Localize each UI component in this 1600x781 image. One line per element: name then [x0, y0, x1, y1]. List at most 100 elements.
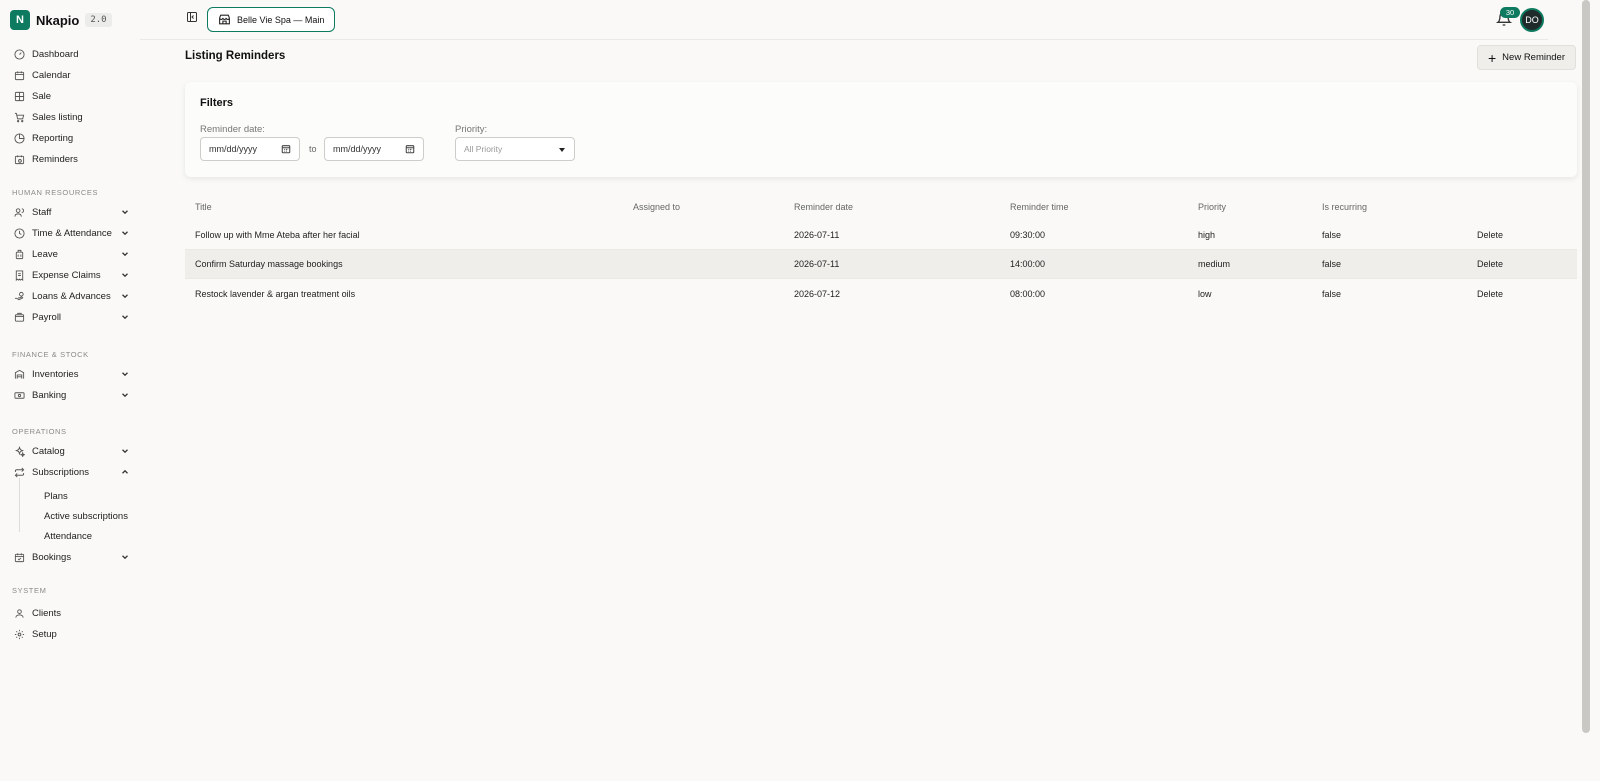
sidebar-item-reminders[interactable]: Reminders [14, 150, 130, 168]
cell-is-recurring: false [1322, 259, 1342, 269]
sidebar-item-sales-listing[interactable]: Sales listing [14, 108, 130, 126]
warehouse-icon [14, 369, 25, 380]
grid-icon [14, 91, 25, 102]
date-range-to-label: to [309, 144, 317, 154]
column-header-reminder-date: Reminder date [794, 202, 854, 212]
sidebar-item-staff[interactable]: Staff [14, 203, 130, 221]
sidebar-item-payroll[interactable]: Payroll [14, 308, 130, 326]
sidebar-item-inventories[interactable]: Inventories [14, 365, 130, 383]
sidebar-subitem-attendance[interactable]: Attendance [44, 528, 92, 544]
banknote-icon [14, 390, 25, 401]
cell-reminder-date: 2026-07-12 [794, 288, 841, 299]
sidebar-item-reporting[interactable]: Reporting [14, 129, 130, 147]
reminder-date-label: Reminder date: [200, 124, 265, 135]
sidebar-item-label: Catalog [32, 445, 65, 457]
sidebar-item-setup[interactable]: Setup [14, 625, 130, 643]
calendar-clock-icon [14, 154, 25, 165]
delete-button[interactable]: Delete [1477, 221, 1503, 249]
sidebar-item-bookings[interactable]: Bookings [14, 548, 130, 566]
shop-selector-button[interactable]: Belle Vie Spa — Main [207, 7, 336, 32]
sidebar-item-subscriptions[interactable]: Subscriptions [14, 463, 130, 481]
table-row: Confirm Saturday massage bookings 2026-0… [185, 250, 1577, 279]
cell-reminder-time: 14:00:00 [1010, 259, 1046, 269]
sidebar-toggle-icon[interactable] [186, 11, 198, 23]
cell-title: Restock lavender & argan treatment oils [195, 288, 356, 299]
reminder-date-from-input[interactable]: mm/dd/yyyy [200, 137, 300, 161]
reminder-date-to-input[interactable]: mm/dd/yyyy [324, 137, 424, 161]
filters-panel: Filters Reminder date: mm/dd/yyyy to mm/… [185, 82, 1577, 177]
cell-reminder-time: 08:00:00 [1010, 288, 1046, 299]
avatar[interactable]: DO [1520, 8, 1544, 32]
luggage-icon [14, 249, 25, 260]
sidebar-item-label: Expense Claims [32, 269, 101, 281]
receipt-icon [14, 269, 25, 281]
sidebar: N Nkapio 2.0 Dashboard Calendar Sale Sal… [0, 0, 140, 781]
sidebar-item-label: Sale [32, 90, 52, 102]
plus-icon: + [1487, 49, 1497, 66]
repeat-icon [14, 467, 25, 478]
pie-chart-icon [14, 132, 25, 144]
filters-title: Filters [200, 97, 234, 109]
sidebar-item-label: Leave [32, 248, 58, 260]
sidebar-subitem-plans[interactable]: Plans [44, 488, 68, 504]
column-header-assigned-to: Assigned to [633, 202, 681, 212]
scrollbar[interactable] [1582, 0, 1590, 733]
new-reminder-label: New Reminder [1502, 52, 1565, 63]
sidebar-item-label: Reporting [32, 132, 74, 144]
clock-icon [14, 227, 25, 239]
cell-title: Follow up with Mme Ateba after her facia… [195, 230, 360, 240]
sidebar-item-clients[interactable]: Clients [14, 604, 130, 622]
caret-down-icon [559, 148, 565, 152]
cart-icon [14, 112, 25, 123]
calendar-icon[interactable] [281, 144, 291, 154]
priority-select[interactable]: All Priority [455, 137, 575, 161]
sidebar-item-loans-advances[interactable]: Loans & Advances [14, 287, 130, 305]
sidebar-item-label: Clients [32, 607, 62, 619]
sidebar-item-label: Time & Attendance [32, 227, 112, 239]
chevron-down-icon [122, 273, 128, 278]
chevron-down-icon [122, 393, 128, 398]
hand-coins-icon [14, 291, 25, 302]
chevron-down-icon [122, 210, 128, 215]
calendar-icon[interactable] [405, 144, 415, 154]
section-label-operations: OPERATIONS [12, 427, 67, 436]
sidebar-item-banking[interactable]: Banking [14, 386, 130, 404]
date-to-placeholder: mm/dd/yyyy [333, 144, 382, 154]
delete-button[interactable]: Delete [1477, 250, 1503, 278]
sidebar-item-sale[interactable]: Sale [14, 87, 130, 105]
delete-button[interactable]: Delete [1477, 279, 1503, 308]
sidebar-item-calendar[interactable]: Calendar [14, 66, 130, 84]
chevron-up-icon [122, 469, 128, 474]
sidebar-item-label: Banking [32, 389, 67, 401]
table-row: Follow up with Mme Ateba after her facia… [185, 221, 1577, 250]
chevron-down-icon [122, 231, 128, 236]
gear-icon [14, 629, 25, 640]
sidebar-item-label: Reminders [32, 153, 78, 165]
brand[interactable]: N Nkapio 2.0 [10, 10, 112, 30]
column-header-reminder-time: Reminder time [1010, 202, 1069, 212]
sidebar-item-time-attendance[interactable]: Time & Attendance [14, 224, 130, 242]
users-icon [14, 207, 25, 218]
chevron-down-icon [122, 449, 128, 454]
section-label-human-resources: HUMAN RESOURCES [12, 188, 99, 197]
column-header-priority: Priority [1198, 202, 1227, 212]
sidebar-item-label: Subscriptions [32, 466, 90, 478]
sidebar-item-dashboard[interactable]: Dashboard [14, 45, 130, 63]
top-header: Belle Vie Spa — Main 30 DO [140, 0, 1548, 40]
submenu-guide-line [19, 478, 20, 532]
cell-is-recurring: false [1322, 288, 1342, 299]
sidebar-subitem-active-subscriptions[interactable]: Active subscriptions [44, 508, 128, 524]
sidebar-item-leave[interactable]: Leave [14, 245, 130, 263]
brand-logo: N [10, 10, 30, 30]
cell-title: Confirm Saturday massage bookings [195, 259, 343, 269]
cell-priority: medium [1198, 259, 1231, 269]
sidebar-item-expense-claims[interactable]: Expense Claims [14, 266, 130, 284]
new-reminder-button[interactable]: + New Reminder [1477, 45, 1576, 70]
store-icon [219, 14, 230, 25]
sidebar-item-label: Bookings [32, 551, 72, 563]
cell-reminder-date: 2026-07-11 [794, 230, 840, 240]
cell-priority: high [1198, 230, 1216, 240]
cell-priority: low [1198, 288, 1212, 299]
sidebar-item-label: Dashboard [32, 48, 79, 60]
sidebar-item-catalog[interactable]: Catalog [14, 442, 130, 460]
